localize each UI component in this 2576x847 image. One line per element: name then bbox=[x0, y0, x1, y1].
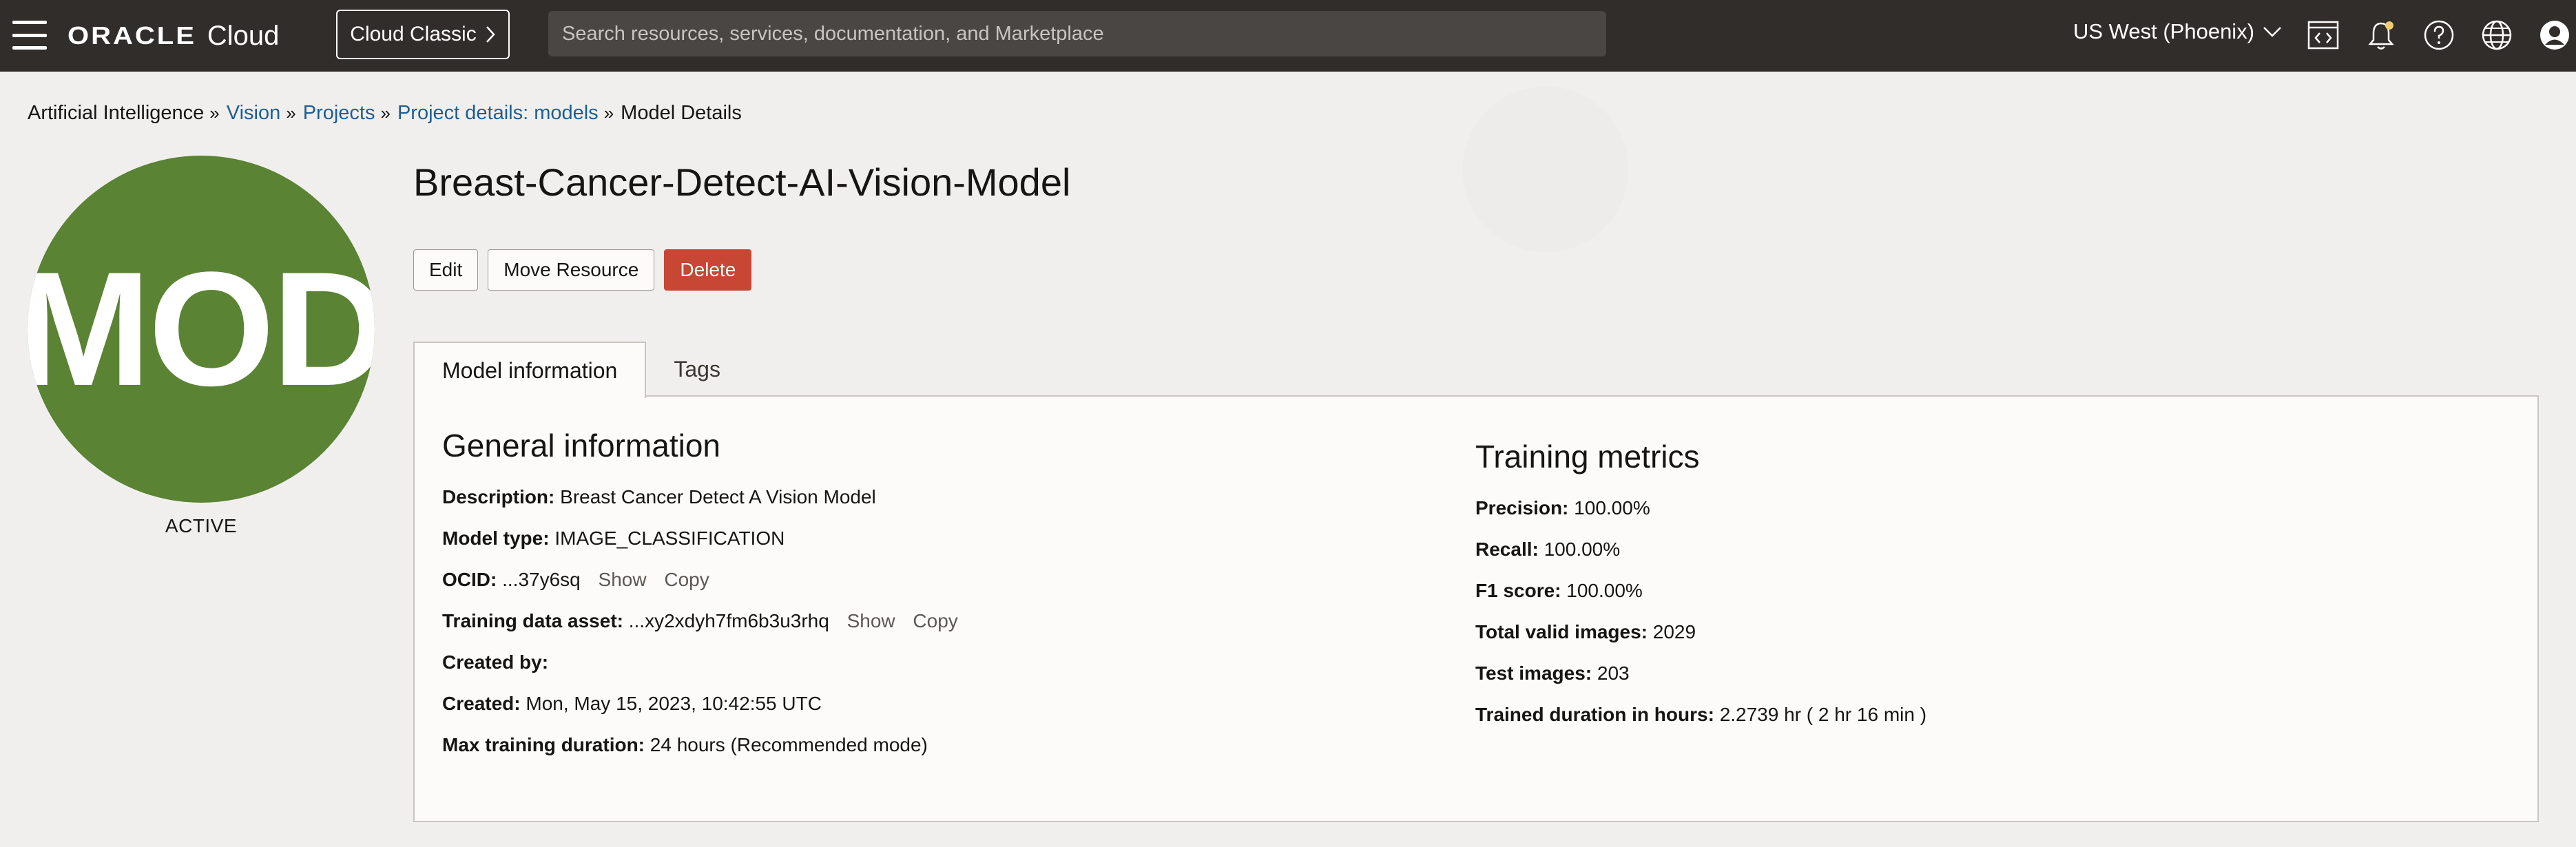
description-label: Description: bbox=[442, 486, 555, 508]
breadcrumb-artificial-intelligence: Artificial Intelligence bbox=[28, 102, 205, 124]
breadcrumb-separator-icon: » bbox=[380, 103, 391, 123]
top-navigation-bar: ORACLE Cloud Cloud Classic US West (Phoe… bbox=[0, 0, 2576, 72]
model-type-value: IMAGE_CLASSIFICATION bbox=[554, 527, 785, 549]
recall-label: Recall: bbox=[1475, 538, 1539, 560]
code-editor-icon[interactable] bbox=[2306, 18, 2340, 52]
breadcrumb-vision-link[interactable]: Vision bbox=[227, 102, 280, 125]
breadcrumb-separator-icon: » bbox=[286, 103, 296, 123]
ocid-show-link[interactable]: Show bbox=[599, 569, 647, 590]
precision-value: 100.00% bbox=[1574, 497, 1650, 519]
ocid-label: OCID: bbox=[442, 569, 497, 590]
lifecycle-status: ACTIVE bbox=[165, 515, 238, 536]
description-value: Breast Cancer Detect A Vision Model bbox=[560, 486, 876, 508]
trained-duration-label: Trained duration in hours: bbox=[1475, 704, 1714, 725]
avatar-initials: MOD bbox=[28, 238, 375, 420]
breadcrumb: Artificial Intelligence » Vision » Proje… bbox=[28, 102, 742, 125]
breadcrumb-separator-icon: » bbox=[603, 103, 614, 123]
action-bar: Edit Move Resource Delete bbox=[413, 249, 752, 291]
model-information-panel: General information Description: Breast … bbox=[413, 395, 2539, 822]
ocid-value: ...37y6sq bbox=[502, 569, 581, 590]
training-metrics-heading: Training metrics bbox=[1475, 439, 1700, 474]
breadcrumb-separator-icon: » bbox=[209, 103, 220, 123]
f1-score-row: F1 score: 100.00% bbox=[1475, 580, 1643, 602]
f1-score-value: 100.00% bbox=[1566, 580, 1643, 601]
breadcrumb-project-details-link[interactable]: Project details: models bbox=[397, 102, 599, 125]
training-data-asset-show-link[interactable]: Show bbox=[847, 610, 895, 631]
max-training-duration-row: Max training duration: 24 hours (Recomme… bbox=[442, 734, 928, 756]
model-type-label: Model type: bbox=[442, 527, 550, 549]
cloud-classic-label: Cloud Classic bbox=[350, 23, 477, 45]
page-title: Breast-Cancer-Detect-AI-Vision-Model bbox=[413, 160, 1071, 204]
created-label: Created: bbox=[442, 693, 521, 714]
ocid-row: OCID: ...37y6sq Show Copy bbox=[442, 569, 709, 591]
test-images-label: Test images: bbox=[1475, 662, 1592, 684]
training-data-asset-value: ...xy2xdyh7fm6b3u3rhq bbox=[628, 610, 829, 631]
oracle-cloud-logo[interactable]: ORACLE Cloud bbox=[67, 18, 279, 54]
search-input[interactable] bbox=[548, 11, 1606, 56]
notifications-bell-icon[interactable] bbox=[2364, 18, 2398, 52]
breadcrumb-projects-link[interactable]: Projects bbox=[303, 102, 375, 125]
user-profile-icon[interactable] bbox=[2537, 18, 2572, 52]
precision-label: Precision: bbox=[1475, 497, 1569, 519]
training-data-asset-copy-link[interactable]: Copy bbox=[913, 610, 957, 631]
tab-model-information[interactable]: Model information bbox=[413, 342, 647, 398]
training-data-asset-row: Training data asset: ...xy2xdyh7fm6b3u3r… bbox=[442, 610, 958, 632]
oracle-wordmark: ORACLE bbox=[67, 21, 196, 50]
created-value: Mon, May 15, 2023, 10:42:55 UTC bbox=[526, 693, 822, 714]
max-training-duration-value: 24 hours (Recommended mode) bbox=[650, 734, 928, 755]
trained-duration-value: 2.2739 hr ( 2 hr 16 min ) bbox=[1719, 704, 1927, 725]
chevron-right-icon bbox=[486, 26, 495, 43]
total-valid-images-label: Total valid images: bbox=[1475, 621, 1648, 642]
region-label: US West (Phoenix) bbox=[2073, 19, 2255, 43]
general-information-heading: General information bbox=[442, 428, 720, 463]
created-by-row: Created by: bbox=[442, 651, 548, 673]
language-globe-icon[interactable] bbox=[2480, 18, 2514, 52]
edit-button[interactable]: Edit bbox=[413, 249, 479, 291]
description-row: Description: Breast Cancer Detect A Visi… bbox=[442, 486, 876, 508]
resource-avatar: MOD bbox=[28, 156, 375, 503]
recall-row: Recall: 100.00% bbox=[1475, 538, 1620, 561]
f1-score-label: F1 score: bbox=[1475, 580, 1561, 601]
ocid-copy-link[interactable]: Copy bbox=[664, 569, 709, 590]
move-resource-button[interactable]: Move Resource bbox=[488, 249, 655, 291]
chevron-down-icon bbox=[2263, 27, 2281, 37]
cloud-wordmark: Cloud bbox=[207, 20, 280, 51]
tab-tags[interactable]: Tags bbox=[646, 342, 748, 397]
test-images-value: 203 bbox=[1597, 662, 1630, 684]
breadcrumb-current-page: Model Details bbox=[621, 102, 742, 124]
recall-value: 100.00% bbox=[1544, 538, 1621, 560]
region-selector[interactable]: US West (Phoenix) bbox=[2073, 19, 2282, 44]
total-valid-images-value: 2029 bbox=[1652, 621, 1696, 642]
tab-bar: Model information Tags bbox=[413, 342, 748, 398]
total-valid-images-row: Total valid images: 2029 bbox=[1475, 621, 1696, 643]
menu-icon[interactable] bbox=[12, 21, 47, 50]
max-training-duration-label: Max training duration: bbox=[442, 734, 645, 755]
created-row: Created: Mon, May 15, 2023, 10:42:55 UTC bbox=[442, 693, 822, 715]
trained-duration-row: Trained duration in hours: 2.2739 hr ( 2… bbox=[1475, 704, 1926, 726]
precision-row: Precision: 100.00% bbox=[1475, 497, 1650, 519]
cloud-classic-button[interactable]: Cloud Classic bbox=[336, 10, 510, 59]
training-data-asset-label: Training data asset: bbox=[442, 610, 623, 631]
model-type-row: Model type: IMAGE_CLASSIFICATION bbox=[442, 527, 785, 550]
test-images-row: Test images: 203 bbox=[1475, 662, 1630, 684]
help-icon[interactable] bbox=[2422, 18, 2456, 52]
delete-button[interactable]: Delete bbox=[664, 249, 752, 291]
created-by-label: Created by: bbox=[442, 651, 549, 673]
